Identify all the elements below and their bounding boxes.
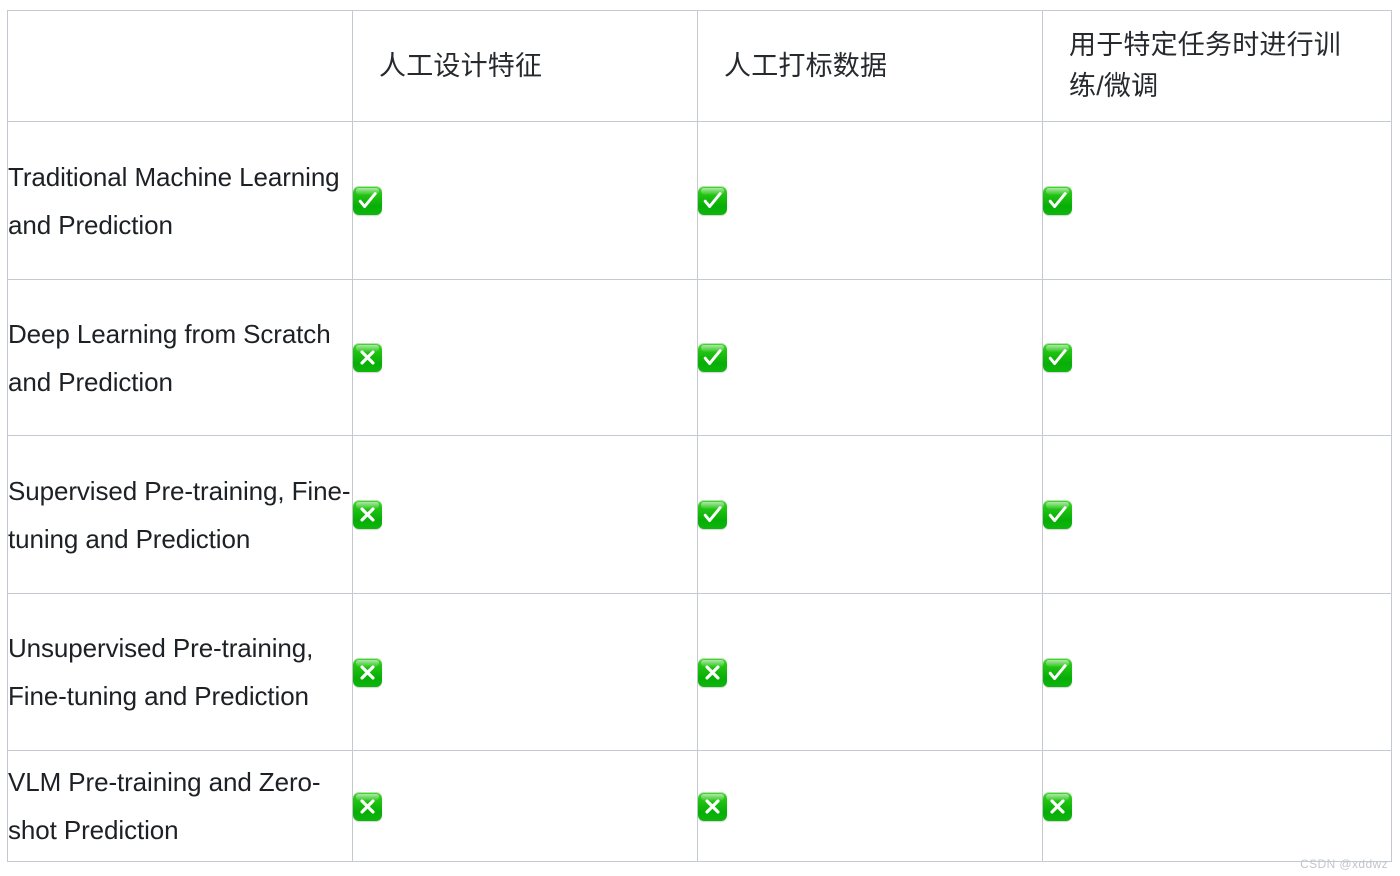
cell-vlm-human-labeled-data bbox=[697, 750, 1043, 862]
table-row: Supervised Pre-training, Fine-tuning and… bbox=[7, 435, 1392, 594]
table-row: Traditional Machine Learning and Predict… bbox=[7, 121, 1392, 280]
paradigm-comparison-table: 人工设计特征 人工打标数据 用于特定任务时进行训练/微调 Traditional… bbox=[7, 10, 1392, 862]
check-mark-button-icon bbox=[1043, 657, 1072, 687]
cross-mark-button-icon bbox=[1043, 791, 1072, 821]
cell-unsupervised-handcrafted-features bbox=[352, 593, 698, 751]
cross-mark-button-icon bbox=[353, 343, 382, 372]
table-body: Traditional Machine Learning and Predict… bbox=[7, 121, 1392, 862]
cross-mark-button-icon bbox=[698, 791, 727, 821]
table-row: Deep Learning from Scratch and Predictio… bbox=[7, 279, 1392, 436]
column-header-handcrafted-features: 人工设计特征 bbox=[352, 10, 698, 122]
check-mark-button-icon bbox=[1043, 186, 1072, 215]
column-header-human-labeled-data: 人工打标数据 bbox=[697, 10, 1043, 122]
cell-traditional-task-specific-training bbox=[1042, 121, 1392, 280]
header-corner-cell bbox=[7, 10, 353, 122]
cell-supervised-human-labeled-data bbox=[697, 435, 1043, 594]
comparison-table-container: 人工设计特征 人工打标数据 用于特定任务时进行训练/微调 Traditional… bbox=[7, 10, 1392, 862]
row-label-traditional-machine-learning: Traditional Machine Learning and Predict… bbox=[7, 121, 353, 280]
cell-traditional-human-labeled-data bbox=[697, 121, 1043, 280]
cross-mark-button-icon bbox=[353, 657, 382, 687]
cell-supervised-task-specific-training bbox=[1042, 435, 1392, 594]
cell-supervised-handcrafted-features bbox=[352, 435, 698, 594]
table-row: VLM Pre-training and Zero-shot Predictio… bbox=[7, 750, 1392, 862]
csdn-watermark: CSDN @xddwz bbox=[1300, 857, 1388, 871]
cell-deep-learning-task-specific-training bbox=[1042, 279, 1392, 436]
cell-vlm-task-specific-training bbox=[1042, 750, 1392, 862]
check-mark-button-icon bbox=[698, 343, 727, 372]
table-row: Unsupervised Pre-training, Fine-tuning a… bbox=[7, 593, 1392, 751]
table-header: 人工设计特征 人工打标数据 用于特定任务时进行训练/微调 bbox=[7, 10, 1392, 122]
cell-deep-learning-human-labeled-data bbox=[697, 279, 1043, 436]
header-row: 人工设计特征 人工打标数据 用于特定任务时进行训练/微调 bbox=[7, 10, 1392, 122]
check-mark-button-icon bbox=[698, 186, 727, 215]
row-label-deep-learning-from-scratch: Deep Learning from Scratch and Predictio… bbox=[7, 279, 353, 436]
row-label-vlm-pretraining: VLM Pre-training and Zero-shot Predictio… bbox=[7, 750, 353, 862]
check-mark-button-icon bbox=[1043, 500, 1072, 529]
cell-deep-learning-handcrafted-features bbox=[352, 279, 698, 436]
check-mark-button-icon bbox=[698, 500, 727, 529]
cell-traditional-handcrafted-features bbox=[352, 121, 698, 280]
cross-mark-button-icon bbox=[698, 657, 727, 687]
cross-mark-button-icon bbox=[353, 500, 382, 529]
cell-unsupervised-task-specific-training bbox=[1042, 593, 1392, 751]
cell-vlm-handcrafted-features bbox=[352, 750, 698, 862]
cell-unsupervised-human-labeled-data bbox=[697, 593, 1043, 751]
check-mark-button-icon bbox=[353, 186, 382, 215]
column-header-task-specific-training: 用于特定任务时进行训练/微调 bbox=[1042, 10, 1392, 122]
check-mark-button-icon bbox=[1043, 343, 1072, 372]
row-label-supervised-pretraining: Supervised Pre-training, Fine-tuning and… bbox=[7, 435, 353, 594]
cross-mark-button-icon bbox=[353, 791, 382, 821]
row-label-unsupervised-pretraining: Unsupervised Pre-training, Fine-tuning a… bbox=[7, 593, 353, 751]
